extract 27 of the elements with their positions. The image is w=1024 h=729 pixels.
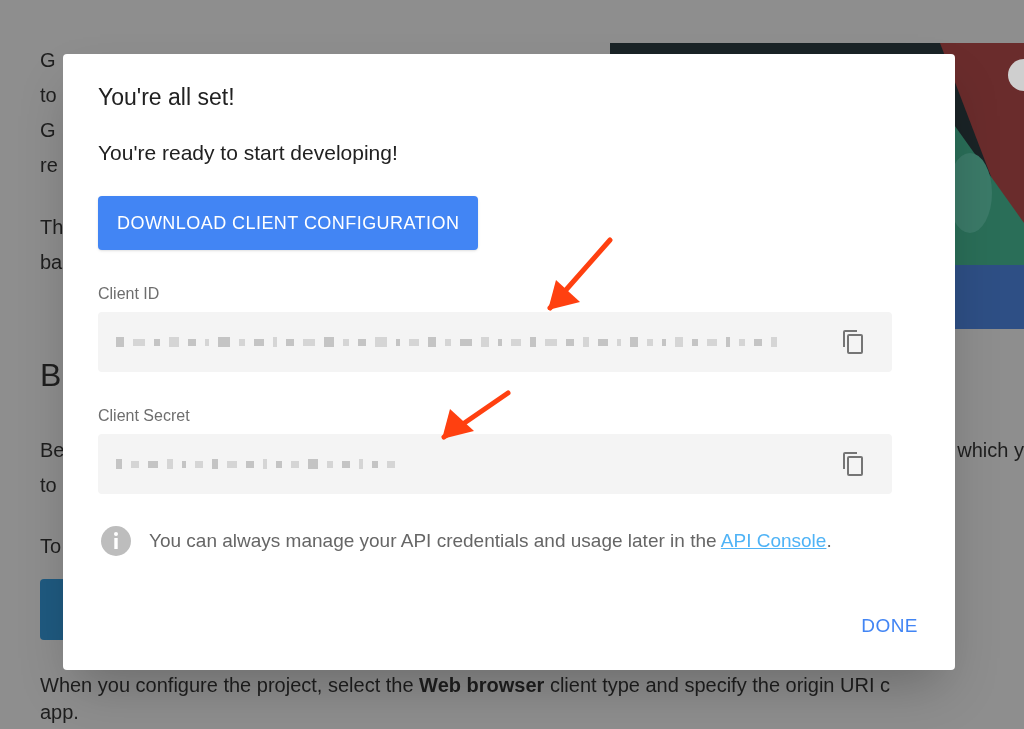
section-heading: B: [40, 356, 62, 395]
paragraph-text: ba: [40, 250, 63, 275]
paragraph-text: G: [40, 48, 56, 73]
dialog-title: You're all set!: [98, 83, 235, 112]
field-label: Client Secret: [98, 406, 190, 426]
copy-icon[interactable]: [842, 329, 864, 355]
paragraph-text: When you configure the project, select the Web browser client type and specify the origin URI c: [40, 673, 891, 698]
download-button[interactable]: DOWNLOAD CLIENT CONFIGURATION: [98, 196, 479, 250]
paragraph-text: to: [40, 83, 57, 108]
dialog-subtitle: You're ready to start developing!: [98, 140, 398, 166]
paragraph-text: to: [40, 473, 57, 498]
paragraph-link[interactable]: re: [40, 148, 58, 183]
info-icon: [100, 525, 132, 557]
paragraph-text: Be: [40, 438, 65, 463]
paragraph-text: G: [40, 118, 56, 143]
paragraph-text: app.: [40, 700, 79, 725]
credential-field[interactable]: [98, 312, 892, 372]
info-text: You can always manage your API credentials and usage later in the API Console.: [149, 529, 832, 553]
arrow: [440, 390, 511, 441]
paragraph-text: To: [40, 534, 62, 559]
credential-field[interactable]: [98, 434, 892, 494]
api-console-link[interactable]: API Console: [720, 530, 827, 551]
paragraph-text: which y: [957, 438, 1024, 463]
paragraph-text: Th: [40, 215, 64, 240]
done-button[interactable]: DONE: [859, 611, 920, 640]
copy-icon[interactable]: [842, 451, 864, 477]
field-label: Client ID: [98, 284, 160, 304]
